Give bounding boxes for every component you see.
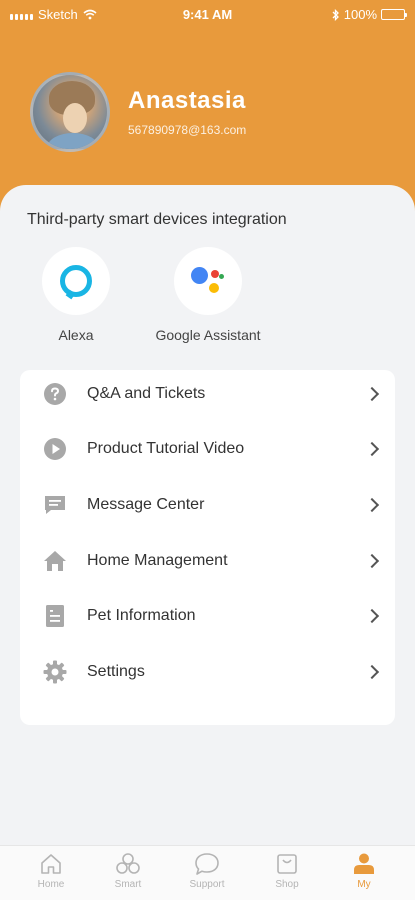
integration-label: Google Assistant [155,327,261,343]
profile-email: 567890978@163.com [128,123,247,137]
chevron-right-icon [364,497,380,513]
tab-support[interactable]: Support [167,852,247,890]
integration-google-assistant[interactable]: Google Assistant [138,247,278,343]
message-icon [42,492,68,518]
battery-icon [381,9,407,20]
gear-icon [42,659,68,685]
menu-item-pet-information[interactable]: Pet Information [20,594,395,638]
tab-label: Shop [275,879,299,890]
menu-item-label: Product Tutorial Video [87,440,245,457]
document-icon [42,603,68,629]
tab-label: Support [189,879,225,890]
chevron-right-icon [364,441,380,457]
menu-item-qa-tickets[interactable]: Q&A and Tickets [20,372,395,416]
tab-bar: Home Smart Support Shop My [0,845,415,900]
status-bar: Sketch 9:41 AM 100% [0,0,415,30]
tab-smart[interactable]: Smart [88,852,168,890]
chevron-right-icon [364,386,380,402]
menu-item-tutorial-video[interactable]: Product Tutorial Video [20,427,395,471]
home-icon [42,548,68,574]
google-assistant-icon [174,247,242,315]
user-icon [354,853,374,874]
integrations-title: Third-party smart devices integration [27,211,287,228]
battery-percent: 100% [343,7,377,22]
bluetooth-icon [332,8,339,21]
chevron-right-icon [364,608,380,624]
tab-label: Home [37,879,65,890]
menu-item-label: Home Management [87,552,228,569]
tab-home[interactable]: Home [11,852,91,890]
alexa-icon [60,265,92,297]
avatar[interactable] [30,72,110,152]
chevron-right-icon [364,553,380,569]
integration-alexa[interactable]: Alexa [6,247,146,343]
content-sheet: Third-party smart devices integration Al… [0,185,415,845]
play-icon [42,436,68,462]
menu-card: Q&A and Tickets Product Tutorial Video M… [20,370,395,725]
tab-my[interactable]: My [324,852,404,890]
menu-item-label: Pet Information [87,607,196,624]
chat-icon [195,853,219,875]
tab-label: My [357,879,371,890]
chevron-right-icon [364,664,380,680]
integration-label: Alexa [58,327,94,343]
integrations-row: Alexa Google Assistant [0,247,415,347]
home-icon [41,854,61,874]
menu-item-message-center[interactable]: Message Center [20,483,395,527]
tab-label: Smart [114,879,142,890]
menu-item-home-management[interactable]: Home Management [20,539,395,583]
menu-item-label: Q&A and Tickets [87,385,206,402]
question-icon [42,381,68,407]
menu-item-label: Message Center [87,496,205,513]
smart-icon [116,853,140,874]
profile-section[interactable]: Anastasia 567890978@163.com [30,72,246,152]
tab-shop[interactable]: Shop [247,852,327,890]
menu-item-settings[interactable]: Settings [20,650,395,694]
menu-item-label: Settings [87,663,145,680]
profile-name: Anastasia [128,87,246,114]
shop-icon [277,854,297,874]
